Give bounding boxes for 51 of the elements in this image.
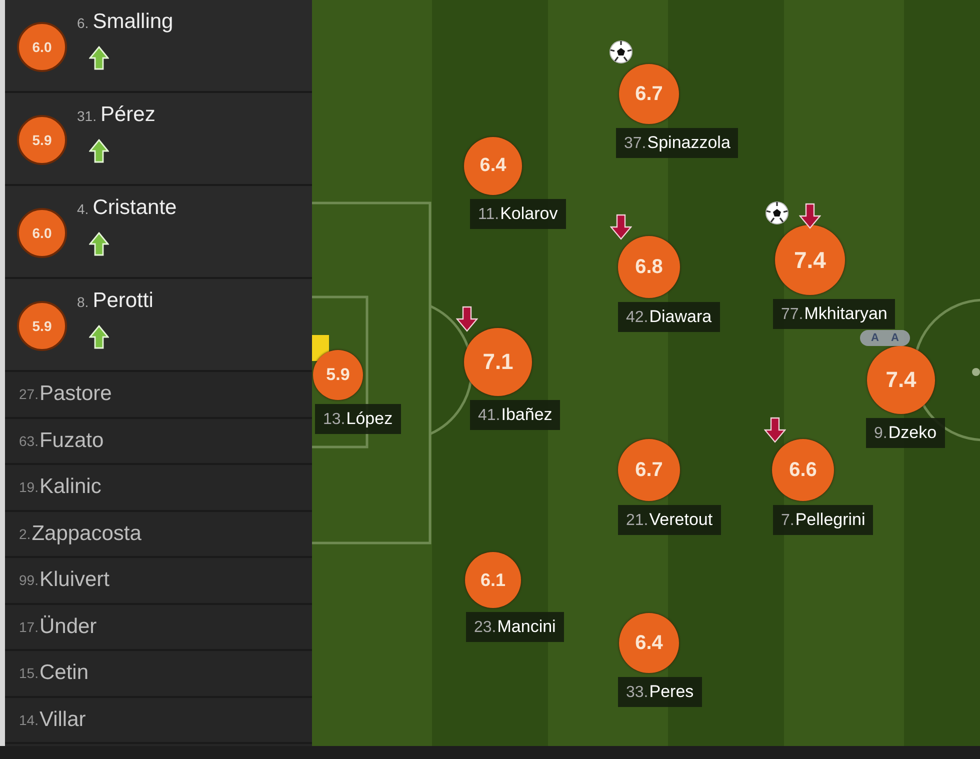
player-name[interactable]: Ibañez — [501, 405, 552, 425]
player-name[interactable]: Veretout — [649, 510, 713, 530]
player-number: 63. — [19, 432, 38, 449]
player-name[interactable]: Pellegrini — [795, 510, 866, 530]
player-name[interactable]: Cristante — [92, 196, 177, 220]
player-name[interactable]: Fuzato — [39, 428, 104, 453]
player-name[interactable]: Mancini — [497, 617, 556, 637]
player-number: 31. — [77, 108, 96, 124]
player-name[interactable]: Cetin — [39, 661, 88, 686]
player-name[interactable]: Kalinic — [39, 475, 102, 500]
player-number: 4. — [77, 201, 89, 217]
player-name[interactable]: Kolarov — [500, 204, 558, 224]
player-number: 23. — [474, 619, 496, 637]
rating-badge: 5.9 — [17, 301, 67, 351]
player-number: 37. — [624, 135, 646, 153]
player-name[interactable]: Spinazzola — [647, 133, 730, 153]
player-number: 15. — [19, 665, 38, 682]
player-number: 33. — [626, 684, 648, 702]
player-name[interactable]: Dzeko — [888, 423, 937, 443]
player-name[interactable]: Mkhitaryan — [804, 304, 888, 324]
player-number: 99. — [19, 572, 38, 588]
player-number: 13. — [323, 411, 346, 429]
player-number: 14. — [19, 712, 38, 728]
player-name[interactable]: Villar — [39, 708, 86, 732]
player-number: 11. — [478, 206, 500, 224]
player-number: 17. — [19, 618, 38, 635]
assist-badge: A A — [860, 330, 910, 346]
rating-badge: 6.0 — [17, 208, 67, 258]
player-name[interactable]: Zappacosta — [32, 522, 142, 546]
player-number: 9. — [874, 425, 888, 443]
player-name[interactable]: Peres — [649, 682, 694, 702]
player-number: 42. — [626, 309, 648, 327]
player-number: 19. — [19, 479, 38, 496]
player-number: 2. — [19, 526, 31, 542]
rating-badge: 6.0 — [17, 22, 67, 72]
player-name[interactable]: Kluivert — [39, 568, 110, 592]
player-name[interactable]: Pérez — [100, 103, 156, 127]
player-number: 27. — [19, 386, 38, 402]
player-name[interactable]: Perotti — [92, 289, 154, 313]
player-name[interactable]: Smalling — [92, 10, 174, 34]
player-number: 21. — [626, 512, 648, 530]
player-number: 7. — [781, 512, 794, 530]
player-name[interactable]: Ünder — [39, 614, 97, 639]
player-number: 41. — [478, 407, 500, 425]
rating-badge: 5.9 — [17, 115, 67, 165]
player-name[interactable]: López — [346, 409, 393, 429]
player-number: 6. — [77, 15, 89, 31]
player-number: 8. — [77, 294, 89, 310]
player-name[interactable]: Pastore — [39, 382, 112, 406]
player-number: 77. — [781, 306, 804, 324]
player-name[interactable]: Diawara — [649, 307, 712, 327]
